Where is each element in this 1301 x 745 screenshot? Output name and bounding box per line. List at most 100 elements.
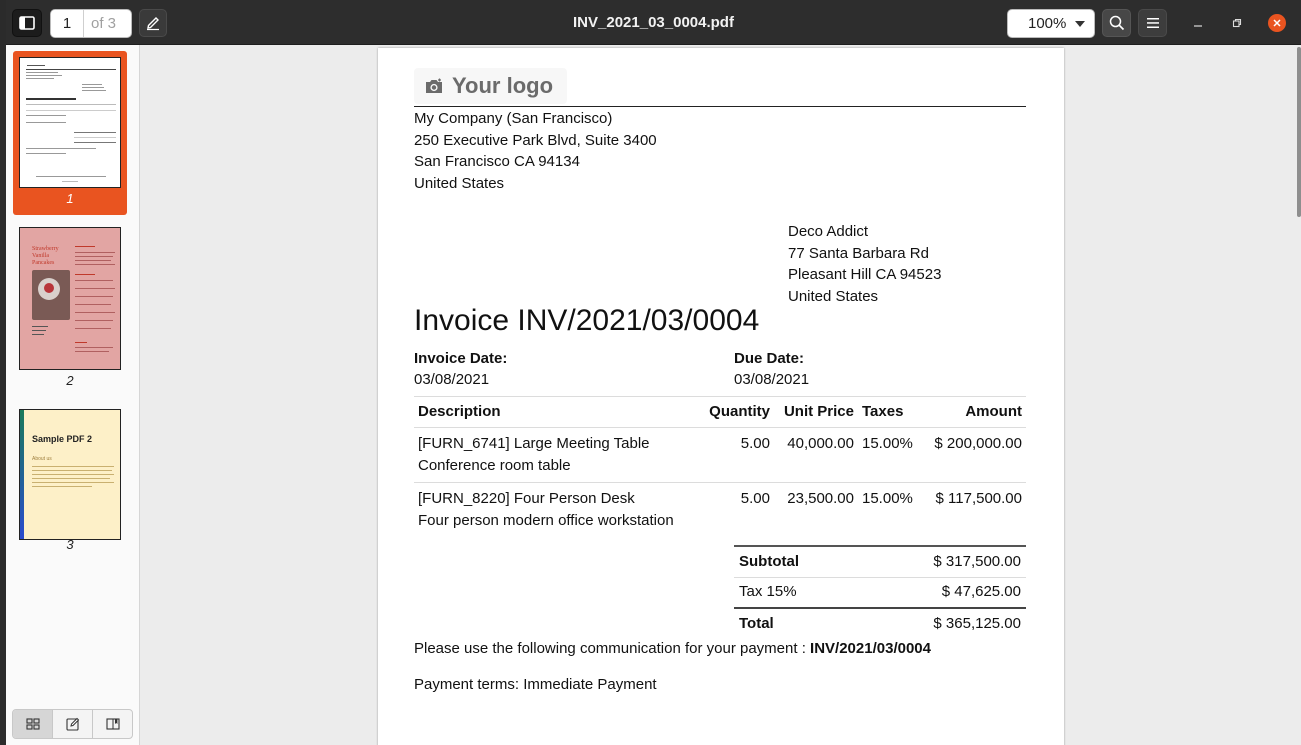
totals-table: Subtotal $ 317,500.00 Tax 15% $ 47,625.0… <box>734 545 1026 639</box>
logo-text: Your logo <box>452 73 554 98</box>
tab-bookmarks[interactable] <box>93 710 132 738</box>
subtotal-label: Subtotal <box>734 545 856 578</box>
line-product-detail: Four person modern office workstation <box>418 511 674 529</box>
line-quantity: 5.00 <box>740 490 770 507</box>
chevron-down-icon <box>1075 21 1085 27</box>
subtotal-value: $ 317,500.00 <box>855 545 1026 578</box>
thumbnail-image: Strawberry Vanilla Pancakes <box>19 227 121 370</box>
main-menu-button[interactable] <box>1138 9 1167 37</box>
line-amount: $ 200,000.00 <box>918 427 1026 483</box>
column-header-unit-price: Unit Price <box>774 396 858 428</box>
sidebar-toggle-button[interactable] <box>12 9 42 37</box>
company-street: 250 Executive Park Blvd, Suite 3400 <box>414 131 657 149</box>
hamburger-menu-icon <box>1146 18 1159 28</box>
invoice-title: Invoice INV/2021/03/0004 <box>414 304 760 337</box>
column-header-taxes: Taxes <box>858 396 918 428</box>
company-city: San Francisco CA 94134 <box>414 153 580 171</box>
vertical-scrollbar[interactable] <box>1297 47 1301 217</box>
search-button[interactable] <box>1102 9 1131 37</box>
pdf-page: Your logo My Company (San Francisco) 250… <box>378 48 1064 745</box>
thumbnail-page-2[interactable]: Strawberry Vanilla Pancakes 2 <box>13 221 127 388</box>
sidebar-view-switcher <box>12 709 133 739</box>
line-product: [FURN_6741] Large Meeting Table <box>418 435 650 452</box>
payment-terms: Payment terms: Immediate Payment <box>414 676 657 693</box>
line-description: [FURN_8220] Four Person Desk Four person… <box>414 483 704 538</box>
line-taxes: 15.00% <box>862 490 913 507</box>
table-header-row: Description Quantity Unit Price Taxes Am… <box>414 396 1026 428</box>
line-quantity: 5.00 <box>704 427 774 483</box>
page-selector: of 3 <box>50 9 132 38</box>
zoom-value: 100% <box>1028 15 1067 32</box>
minimize-icon <box>1194 25 1202 27</box>
camera-icon <box>426 78 442 93</box>
annotate-button[interactable] <box>139 9 167 37</box>
page-count-label: of 3 <box>91 15 117 32</box>
due-date-label: Due Date: <box>734 350 805 367</box>
line-taxes: 15.00% <box>858 427 918 483</box>
tax-value: $ 47,625.00 <box>941 583 1021 601</box>
tab-thumbnails[interactable] <box>13 710 53 738</box>
total-value: $ 365,125.00 <box>855 607 1026 639</box>
header-bar: of 3 INV_2021_03_0004.pdf 100% <box>6 0 1301 45</box>
page-number-input[interactable] <box>51 10 84 37</box>
close-icon <box>1273 19 1281 27</box>
thumbnail-sample-title: Sample PDF 2 <box>32 434 93 444</box>
thumbnail-sidebar: 1 Strawberry Vanilla Pancakes 2 Sample P… <box>6 45 140 745</box>
restore-icon <box>1232 18 1242 28</box>
search-icon <box>1109 15 1124 31</box>
column-header-quantity: Quantity <box>704 396 774 428</box>
pencil-icon <box>147 17 159 31</box>
customer-city: Pleasant Hill CA 94523 <box>788 266 942 284</box>
invoice-date-block: Invoice Date: 03/08/2021 <box>414 348 507 390</box>
document-view: Your logo My Company (San Francisco) 250… <box>140 45 1301 745</box>
line-unit-price: 23,500.00 <box>787 490 854 507</box>
company-name: My Company (San Francisco) <box>414 110 613 127</box>
thumbnail-recipe-title: Strawberry Vanilla Pancakes <box>32 246 59 266</box>
customer-street: 77 Santa Barbara Rd <box>788 244 929 262</box>
zoom-select[interactable]: 100% <box>1007 9 1095 38</box>
close-button[interactable] <box>1268 14 1286 32</box>
customer-name: Deco Addict <box>788 223 869 240</box>
thumbnail-recipe-photo <box>32 270 70 320</box>
company-country: United States <box>414 175 505 193</box>
total-row: Total $ 365,125.00 <box>734 607 1026 639</box>
edit-icon <box>65 717 79 731</box>
tax-row: Tax 15% $ 47,625.00 <box>734 577 1026 608</box>
column-header-amount: Amount <box>918 396 1026 428</box>
line-product-detail: Conference room table <box>418 456 571 474</box>
company-logo: Your logo <box>414 68 568 104</box>
total-label: Total <box>734 607 856 639</box>
minimize-button[interactable] <box>1189 14 1207 32</box>
sidebar-icon <box>19 16 35 30</box>
thumbnail-page-label: 1 <box>66 191 74 206</box>
thumbnail-page-1[interactable]: 1 <box>13 51 127 215</box>
maximize-button[interactable] <box>1228 14 1246 32</box>
company-address: My Company (San Francisco) 250 Executive… <box>414 108 657 195</box>
thumbnail-page-3[interactable]: Sample PDF 2 About us 3 <box>13 403 127 563</box>
invoice-date-label: Invoice Date: <box>414 350 508 367</box>
customer-address: Deco Addict 77 Santa Barbara Rd Pleasant… <box>788 221 941 308</box>
line-product: [FURN_8220] Four Person Desk <box>418 490 635 507</box>
payment-communication: Please use the following communication f… <box>414 640 931 657</box>
column-header-description: Description <box>414 396 704 428</box>
table-row: [FURN_6741] Large Meeting Table Conferen… <box>414 427 1026 483</box>
customer-country: United States <box>788 288 879 306</box>
tab-annotations[interactable] <box>53 710 93 738</box>
communication-reference: INV/2021/03/0004 <box>810 640 931 657</box>
document-viewer-window: of 3 INV_2021_03_0004.pdf 100% <box>6 0 1301 745</box>
invoice-date-value: 03/08/2021 <box>414 371 490 388</box>
line-amount: $ 117,500.00 <box>935 490 1022 507</box>
thumbnail-image <box>19 57 121 188</box>
line-description: [FURN_6741] Large Meeting Table Conferen… <box>414 427 704 483</box>
due-date-value: 03/08/2021 <box>734 371 810 388</box>
thumbnail-accent-bar <box>20 410 24 539</box>
thumbnail-page-label: 2 <box>66 373 74 388</box>
thumbnail-page-label: 3 <box>66 537 74 552</box>
book-icon <box>105 718 120 730</box>
invoice-lines-table: Description Quantity Unit Price Taxes Am… <box>414 396 1026 537</box>
thumbnail-image: Sample PDF 2 About us <box>19 409 121 540</box>
communication-text: Please use the following communication f… <box>414 640 811 657</box>
line-unit-price: 40,000.00 <box>774 427 858 483</box>
header-divider <box>414 106 1026 107</box>
due-date-block: Due Date: 03/08/2021 <box>734 348 809 390</box>
